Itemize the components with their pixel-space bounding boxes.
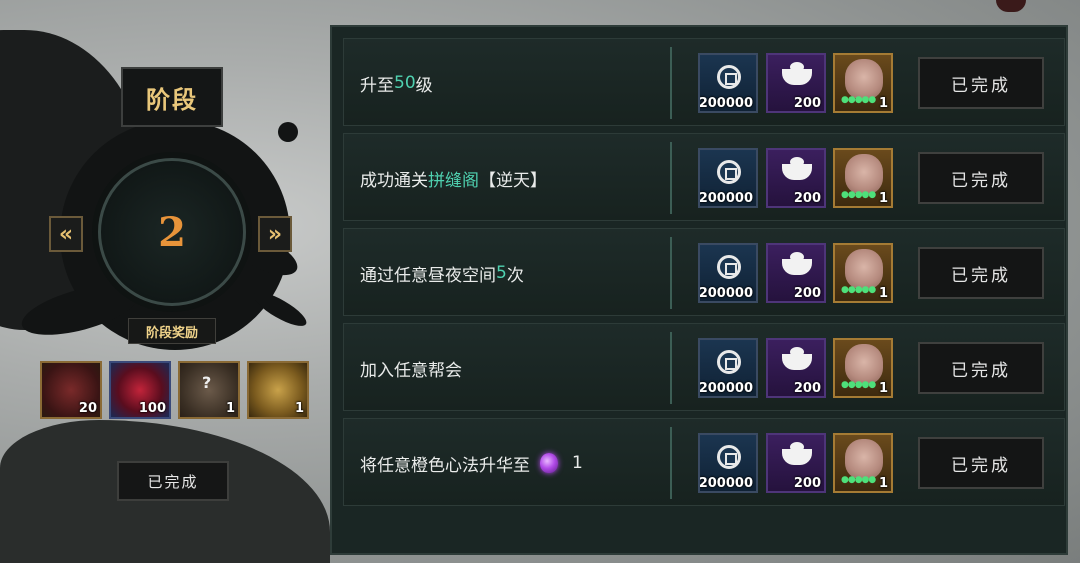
reward-count: 20	[78, 401, 97, 416]
stage-rewards-label: 阶段奖励	[128, 318, 216, 344]
coin-count: 200000	[698, 381, 753, 396]
silver-ingot-icon[interactable]: 200	[766, 148, 826, 208]
task-text: 将任意橙色心法升华至 1	[360, 419, 583, 507]
ingot-count: 200	[793, 476, 821, 491]
task-text-pre: 通过任意昼夜空间	[360, 265, 496, 286]
coin-count: 200000	[698, 96, 753, 111]
task-text-post: 【逆天】	[479, 170, 547, 191]
red-crystal-icon[interactable]: 100	[109, 361, 171, 419]
stage-number: 2	[158, 208, 186, 256]
task-completed-button[interactable]: 已完成	[918, 437, 1044, 489]
question-mark-icon: ?	[202, 373, 212, 392]
ingot-count: 200	[793, 381, 821, 396]
treasure-bag-icon[interactable]: ●●●●● 1	[833, 148, 893, 208]
task-text-highlight: 拼缝阁	[428, 170, 479, 191]
row-divider	[670, 427, 672, 499]
task-row: 成功通关 拼缝阁 【逆天】 200000 200 ●●●●● 1 已完成	[343, 133, 1065, 221]
task-text: 成功通关 拼缝阁 【逆天】	[360, 134, 547, 222]
coin-count: 200000	[698, 191, 753, 206]
row-divider	[670, 142, 672, 214]
silver-ingot-icon[interactable]: 200	[766, 243, 826, 303]
task-text-post: 次	[506, 265, 524, 286]
row-divider	[670, 47, 672, 119]
gold-chest-icon[interactable]: 1	[247, 361, 309, 419]
bag-count: 1	[878, 96, 888, 111]
task-text-highlight: 5	[496, 263, 507, 283]
reward-count: 1	[294, 401, 304, 416]
corner-emblem-icon	[996, 0, 1026, 12]
ingot-count: 200	[793, 191, 821, 206]
silver-ingot-icon[interactable]: 200	[766, 53, 826, 113]
task-completed-button[interactable]: 已完成	[918, 57, 1044, 109]
row-divider	[670, 332, 672, 404]
coin-count: 200000	[698, 476, 753, 491]
task-text-pre: 加入任意帮会	[360, 360, 462, 381]
task-text-pre: 升至	[360, 75, 394, 96]
stage-completed-button[interactable]: 已完成	[117, 461, 229, 501]
coin-icon[interactable]: 200000	[698, 53, 758, 113]
task-text-pre: 成功通关	[360, 170, 428, 191]
bag-count: 1	[878, 286, 888, 301]
treasure-bag-icon[interactable]: ●●●●● 1	[833, 53, 893, 113]
task-text: 加入任意帮会	[360, 324, 462, 412]
task-completed-button[interactable]: 已完成	[918, 247, 1044, 299]
double-chevron-left-icon[interactable]: «	[49, 216, 83, 252]
task-row: 通过任意昼夜空间 5 次 200000 200 ●●●●● 1 已完成	[343, 228, 1065, 316]
bag-count: 1	[878, 476, 888, 491]
coin-icon[interactable]: 200000	[698, 433, 758, 493]
task-text-post: 级	[415, 75, 433, 96]
row-divider	[670, 237, 672, 309]
treasure-bag-icon[interactable]: ●●●●● 1	[833, 338, 893, 398]
stage-number-circle: 2	[98, 158, 246, 306]
coin-icon[interactable]: 200000	[698, 338, 758, 398]
treasure-bag-icon[interactable]: ●●●●● 1	[833, 433, 893, 493]
bag-count: 1	[878, 381, 888, 396]
silver-ingot-icon[interactable]: 200	[766, 433, 826, 493]
coin-count: 200000	[698, 286, 753, 301]
silver-ingot-icon[interactable]: 200	[766, 338, 826, 398]
mystery-chest-icon[interactable]: ? 1	[178, 361, 240, 419]
double-chevron-right-icon[interactable]: »	[258, 216, 292, 252]
task-text: 升至 50 级	[360, 39, 433, 127]
bag-count: 1	[878, 191, 888, 206]
task-row: 升至 50 级 200000 200 ●●●●● 1 已完成	[343, 38, 1065, 126]
task-completed-button[interactable]: 已完成	[918, 342, 1044, 394]
coin-icon[interactable]: 200000	[698, 243, 758, 303]
task-text-highlight: 50	[394, 73, 416, 93]
task-text-pre: 将任意橙色心法升华至	[360, 455, 530, 476]
task-text: 通过任意昼夜空间 5 次	[360, 229, 524, 317]
task-target-count: 1	[572, 453, 583, 473]
stage-title: 阶段	[121, 67, 223, 127]
coin-icon[interactable]: 200000	[698, 148, 758, 208]
ingot-count: 200	[793, 286, 821, 301]
flame-token-icon[interactable]: 20	[40, 361, 102, 419]
reward-count: 1	[225, 401, 235, 416]
ingot-count: 200	[793, 96, 821, 111]
purple-orb-icon	[540, 453, 558, 473]
reward-count: 100	[138, 401, 166, 416]
task-row: 将任意橙色心法升华至 1 200000 200 ●●●●● 1 已完成	[343, 418, 1065, 506]
task-completed-button[interactable]: 已完成	[918, 152, 1044, 204]
task-row: 加入任意帮会 200000 200 ●●●●● 1 已完成	[343, 323, 1065, 411]
treasure-bag-icon[interactable]: ●●●●● 1	[833, 243, 893, 303]
